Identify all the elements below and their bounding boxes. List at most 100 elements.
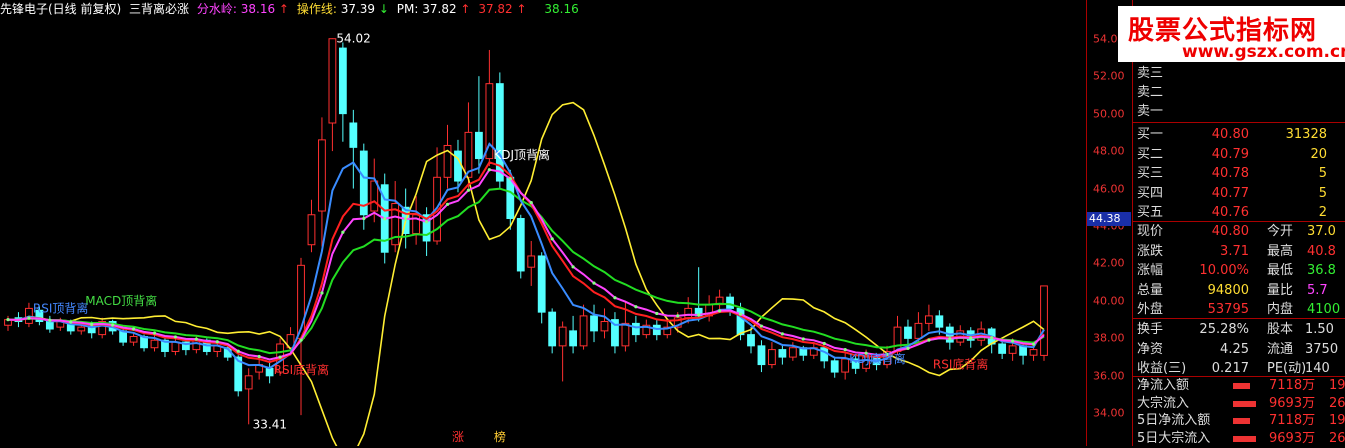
axis-tick: 48.00 bbox=[1093, 144, 1125, 158]
axis-tick: 38.00 bbox=[1093, 331, 1125, 345]
candles-group bbox=[4, 38, 1048, 425]
fenshuiling-arrow: ↑ bbox=[278, 2, 289, 16]
pm-dot bbox=[487, 168, 491, 172]
flow-pct: 26 bbox=[1329, 430, 1345, 446]
chart-label: RSI底背离 bbox=[933, 357, 989, 372]
candle-body bbox=[924, 315, 933, 324]
pm-arrow: ↑ bbox=[460, 2, 471, 16]
watermark-banner: 股票公式指标网 www.gszx.com.cn bbox=[1118, 6, 1345, 62]
candle bbox=[945, 323, 954, 350]
axis-tick: 52.00 bbox=[1093, 69, 1125, 83]
candle-body bbox=[935, 315, 944, 328]
chart-label: MACD顶背离 bbox=[85, 293, 157, 308]
chart-label: KDJ底背离 bbox=[849, 351, 906, 366]
candle-body bbox=[129, 335, 138, 343]
candle-body bbox=[757, 345, 766, 366]
pm-dot bbox=[969, 336, 973, 340]
candle-body bbox=[527, 255, 536, 268]
buy-price: 40.79 bbox=[1211, 146, 1249, 162]
candle bbox=[558, 321, 567, 382]
candle bbox=[631, 315, 640, 343]
candle-body bbox=[830, 360, 839, 373]
candle-body bbox=[904, 326, 912, 339]
candle-body bbox=[841, 358, 850, 373]
stat2-label: 换手 bbox=[1137, 322, 1164, 337]
pm-dot bbox=[822, 341, 826, 346]
stat-label: 涨幅 bbox=[1137, 263, 1164, 278]
stat-label: 外盘 bbox=[1137, 302, 1164, 317]
buy-volume: 5 bbox=[1318, 166, 1327, 181]
stock-title: 先锋电子(日线 前复权) bbox=[0, 2, 122, 16]
candle bbox=[642, 319, 651, 339]
candle bbox=[25, 302, 33, 328]
candle bbox=[307, 199, 316, 253]
flow-label: 5日大宗流入 bbox=[1137, 430, 1211, 446]
stat-label: 现价 bbox=[1137, 224, 1164, 239]
buy-label: 买二 bbox=[1137, 146, 1164, 162]
bottom-tag: 涨 bbox=[452, 429, 464, 444]
candle-body bbox=[475, 131, 483, 160]
candle-body bbox=[1008, 345, 1017, 354]
candle-body bbox=[558, 326, 567, 347]
flow-label: 净流入额 bbox=[1137, 378, 1190, 393]
stat-value: 94800 bbox=[1207, 282, 1249, 298]
pm-dot bbox=[278, 355, 282, 359]
pm-dot bbox=[990, 336, 994, 340]
sell-row: 卖一 bbox=[1137, 102, 1345, 121]
candle bbox=[705, 295, 714, 322]
candle-body bbox=[77, 326, 86, 332]
candle-body bbox=[537, 255, 546, 313]
pm-line bbox=[7, 168, 1045, 361]
pm-dot bbox=[194, 337, 198, 341]
candle bbox=[757, 340, 766, 373]
buy-volume: 20 bbox=[1310, 146, 1327, 162]
pm-dot bbox=[173, 335, 178, 339]
candle-body bbox=[1029, 349, 1038, 356]
candle bbox=[244, 368, 253, 425]
pm-dot bbox=[592, 281, 596, 285]
pm-dot bbox=[550, 237, 554, 241]
v5-value: 38.16 bbox=[544, 2, 579, 16]
pm-dot bbox=[257, 354, 261, 359]
axis-tick: 46.00 bbox=[1093, 182, 1125, 196]
buy-row: 买二 40.79 20 bbox=[1137, 145, 1345, 164]
candle-body bbox=[747, 334, 755, 347]
pm-dot bbox=[152, 331, 157, 335]
candle-body bbox=[516, 218, 525, 272]
candle-body bbox=[569, 330, 577, 347]
pm-dot bbox=[6, 318, 10, 322]
stat2-row: 换手 25.28% 股本 1.50 bbox=[1137, 320, 1345, 339]
candle bbox=[412, 196, 421, 245]
pm-value: 37.82 bbox=[422, 2, 457, 16]
pm-dot bbox=[717, 309, 722, 313]
buy-label: 买四 bbox=[1137, 185, 1164, 201]
flow-pct: 19 bbox=[1329, 378, 1345, 393]
stat2-label: 股本 bbox=[1267, 322, 1294, 337]
caozuo-arrow: ↓ bbox=[378, 2, 389, 16]
candle bbox=[611, 312, 619, 354]
candle bbox=[422, 207, 431, 256]
stat-label: 最高 bbox=[1267, 243, 1294, 259]
pm-dot bbox=[697, 313, 701, 317]
buy-price: 40.78 bbox=[1211, 166, 1249, 181]
current-price-marker: 44.38 bbox=[1087, 211, 1131, 226]
candle-body bbox=[265, 367, 274, 377]
axis-tick: 40.00 bbox=[1093, 294, 1125, 308]
bottom-tag: 榜 bbox=[494, 429, 506, 444]
buy-row: 买一 40.80 31328 bbox=[1137, 125, 1345, 144]
candle bbox=[527, 240, 536, 286]
pm-dot bbox=[927, 338, 931, 342]
pm-dot bbox=[529, 200, 533, 205]
stat-value: 10.00% bbox=[1199, 263, 1249, 278]
pm-dot bbox=[738, 312, 743, 316]
pm-dot bbox=[571, 265, 575, 269]
pm-dot bbox=[299, 338, 303, 342]
buy-row: 买五 40.76 2 bbox=[1137, 203, 1345, 222]
quote-panel: 卖三 卖二 卖一 买一 40.80 31328 买二 40.79 20 买三 40.78 5 买四 40.… bbox=[1132, 0, 1345, 446]
pm-dot bbox=[1011, 339, 1015, 343]
pm-dot bbox=[445, 202, 450, 206]
candle bbox=[1040, 285, 1048, 361]
axis-tick: 42.00 bbox=[1093, 256, 1125, 270]
buy-volume: 31328 bbox=[1285, 127, 1327, 142]
kline-chart[interactable]: 54.02 33.41 KDJ顶背离 MACD顶背离RSI顶背离 RSI底背离 RSI底背… bbox=[0, 0, 1130, 446]
